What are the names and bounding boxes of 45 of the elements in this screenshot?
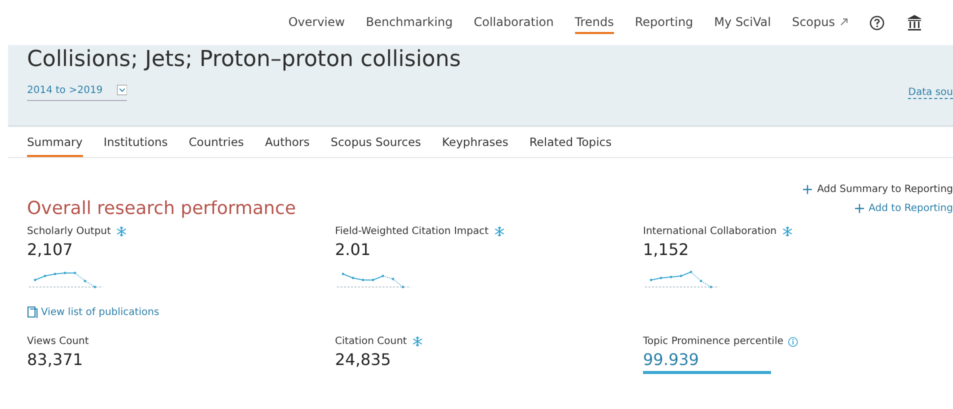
metric-label: Field-Weighted Citation Impact xyxy=(335,226,489,237)
metric-value: 2,107 xyxy=(27,240,73,259)
snowflake-icon xyxy=(782,226,793,237)
plus-icon xyxy=(854,204,864,213)
snowflake-icon xyxy=(116,226,127,237)
tab[interactable]: Authors xyxy=(264,135,310,157)
document-icon xyxy=(27,306,38,318)
metric-value: 1,152 xyxy=(643,240,689,259)
tab[interactable]: Related Topics xyxy=(529,135,612,157)
metric-label: Scholarly Output xyxy=(27,226,111,237)
add-summary-link[interactable]: Add Summary to Reporting xyxy=(803,182,953,196)
metric-label: Views Count xyxy=(27,336,89,347)
info-icon[interactable] xyxy=(788,336,798,346)
tab[interactable]: Scopus Sources xyxy=(330,135,422,157)
nav-link[interactable]: Overview xyxy=(288,12,345,34)
metric-label: Topic Prominence percentile xyxy=(643,336,784,347)
tab[interactable]: Keyphrases xyxy=(442,135,508,157)
nav-link[interactable]: Benchmarking xyxy=(366,12,453,34)
tab[interactable]: Institutions xyxy=(104,135,168,157)
view-publications-link[interactable]: View list of publications xyxy=(27,306,160,318)
metric-value: 24,835 xyxy=(335,350,391,369)
page-title: Collisions; Jets; Proton–proton collisions xyxy=(27,46,461,74)
nav-link[interactable]: Trends xyxy=(574,12,614,34)
nav-link[interactable]: My SciVal xyxy=(714,12,771,34)
nav-link[interactable]: Scopus xyxy=(792,12,848,34)
metric-value: 2.01 xyxy=(335,240,371,259)
metric-value: 83,371 xyxy=(27,350,83,369)
section-title: Overall research performance xyxy=(27,198,296,219)
nav-link[interactable]: Collaboration xyxy=(474,12,554,34)
data-source-link[interactable]: Data sou xyxy=(908,87,953,99)
tab[interactable]: Countries xyxy=(188,135,244,157)
add-to-reporting-link[interactable]: Add to Reporting xyxy=(854,203,953,214)
metric-label: Citation Count xyxy=(335,336,407,347)
snowflake-icon xyxy=(412,336,423,347)
chevron-down-icon xyxy=(116,82,127,98)
external-link-icon xyxy=(840,18,848,26)
tab[interactable]: Summary xyxy=(27,135,83,157)
metric-label: International Collaboration xyxy=(643,226,777,237)
institution-icon[interactable] xyxy=(906,14,923,31)
snowflake-icon xyxy=(494,226,505,237)
nav-link[interactable]: Reporting xyxy=(634,12,694,34)
plus-icon xyxy=(803,184,812,194)
period-dropdown[interactable]: 2014 to >2019 xyxy=(27,82,127,101)
help-icon[interactable] xyxy=(869,14,885,30)
metric-value-link[interactable]: 99.939 xyxy=(643,350,771,374)
